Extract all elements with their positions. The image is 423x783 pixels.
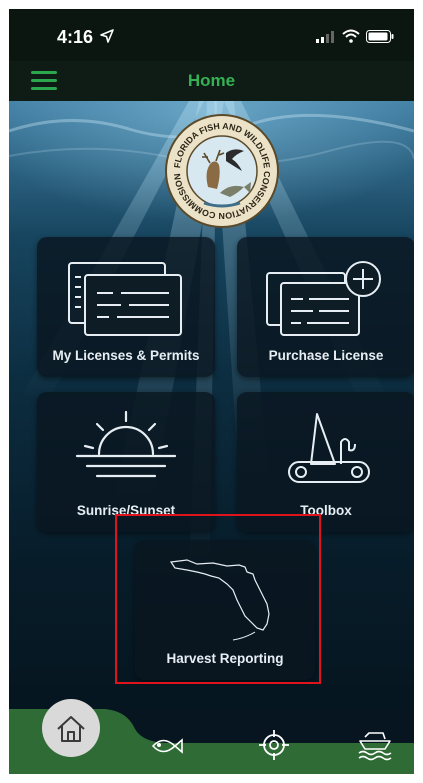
add-license-icon — [266, 261, 381, 336]
tile-label: Toolbox — [300, 503, 352, 518]
status-time: 4:16 — [57, 27, 94, 47]
boat-icon — [358, 732, 392, 761]
toolbox-tile[interactable]: Toolbox — [237, 392, 414, 532]
fish-icon — [151, 738, 183, 754]
fwc-seal-logo: FLORIDA FISH AND WILDLIFE CONSERVATION C… — [164, 113, 280, 229]
tile-label: My Licenses & Permits — [52, 348, 200, 363]
signal-icon — [316, 31, 334, 43]
sunrise-sunset-tile[interactable]: Sunrise/Sunset — [37, 392, 215, 532]
pocket-knife-icon — [288, 413, 370, 483]
tab-boating[interactable] — [357, 729, 393, 761]
tab-home[interactable] — [42, 699, 100, 757]
wifi-icon — [342, 29, 360, 43]
tab-hunting[interactable] — [258, 729, 290, 761]
purchase-license-tile[interactable]: Purchase License — [237, 237, 414, 377]
phone-screen: 4:16 Home FLORIDA FISH AND WILDLIFE CONS… — [9, 9, 414, 774]
harvest-reporting-tile[interactable]: Harvest Reporting — [135, 540, 315, 680]
license-card-icon — [68, 262, 182, 336]
my-licenses-permits-tile[interactable]: My Licenses & Permits — [37, 237, 215, 377]
bottom-tab-bar — [9, 699, 414, 774]
home-icon — [57, 716, 85, 742]
location-arrow-icon — [100, 29, 114, 43]
tile-label: Sunrise/Sunset — [76, 503, 176, 518]
tab-fishing[interactable] — [149, 731, 185, 761]
crosshair-icon — [259, 730, 289, 760]
page-title: Home — [187, 71, 236, 90]
tile-label: Purchase License — [268, 348, 384, 363]
tile-label: Harvest Reporting — [166, 651, 284, 666]
florida-map-icon — [169, 559, 270, 641]
battery-icon — [366, 30, 394, 43]
app-header: Home — [9, 61, 414, 101]
sunrise-icon — [75, 410, 177, 478]
status-bar: 4:16 — [9, 9, 414, 61]
